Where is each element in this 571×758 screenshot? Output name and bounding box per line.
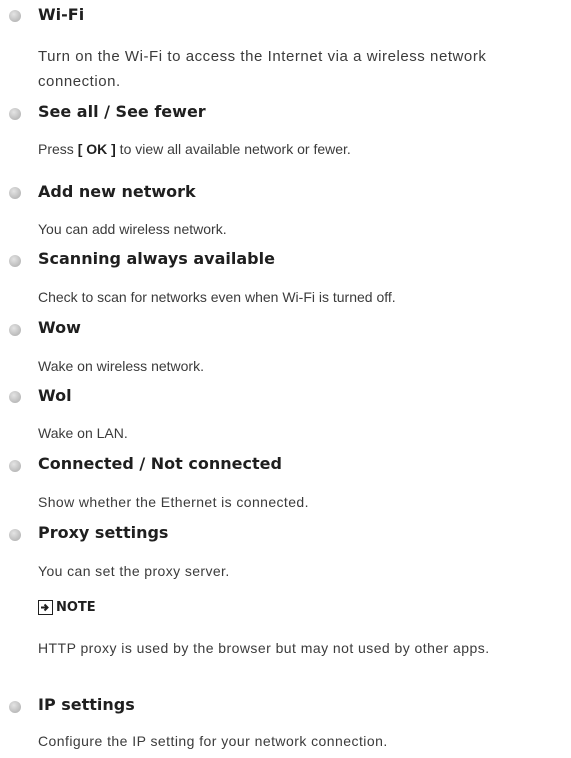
- desc-text: Press: [38, 141, 78, 157]
- network-settings-page: Wi-Fi Turn on the Wi-Fi to access the In…: [0, 0, 571, 758]
- item-desc-scanning: Check to scan for networks even when Wi-…: [38, 289, 396, 305]
- bullet-icon: [9, 460, 21, 472]
- ok-key-label: [ OK ]: [77, 141, 116, 157]
- note-heading: NOTE: [38, 600, 96, 615]
- bullet-icon: [9, 108, 21, 120]
- item-desc-see-all: Press [ OK ] to view all available netwo…: [38, 141, 558, 157]
- item-title-connected: Connected / Not connected: [38, 454, 282, 473]
- bullet-icon: [9, 391, 21, 403]
- item-desc-connected: Show whether the Ethernet is connected.: [38, 494, 309, 510]
- item-title-ip-settings: IP settings: [38, 695, 135, 714]
- item-title-proxy: Proxy settings: [38, 523, 169, 542]
- item-title-see-all: See all / See fewer: [38, 102, 206, 121]
- desc-text: to view all available network or fewer.: [115, 141, 351, 157]
- item-desc-ip-settings: Configure the IP setting for your networ…: [38, 733, 388, 749]
- bullet-icon: [9, 10, 21, 22]
- bullet-icon: [9, 529, 21, 541]
- item-title-wow: Wow: [38, 318, 81, 337]
- note-text: HTTP proxy is used by the browser but ma…: [38, 640, 490, 656]
- bullet-icon: [9, 255, 21, 267]
- item-title-scanning: Scanning always available: [38, 249, 275, 268]
- item-desc-wol: Wake on LAN.: [38, 425, 128, 441]
- bullet-icon: [9, 701, 21, 713]
- bullet-icon: [9, 187, 21, 199]
- item-title-add-network: Add new network: [38, 182, 196, 201]
- arrow-right-box-icon: [38, 600, 53, 615]
- item-title-wifi: Wi-Fi: [38, 5, 85, 24]
- item-desc-wow: Wake on wireless network.: [38, 358, 204, 374]
- note-title: NOTE: [56, 600, 96, 615]
- item-desc-add-network: You can add wireless network.: [38, 221, 227, 237]
- item-desc-wifi: Turn on the Wi-Fi to access the Internet…: [38, 48, 487, 90]
- item-desc-proxy: You can set the proxy server.: [38, 563, 230, 579]
- bullet-icon: [9, 324, 21, 336]
- item-title-wol: Wol: [38, 386, 72, 405]
